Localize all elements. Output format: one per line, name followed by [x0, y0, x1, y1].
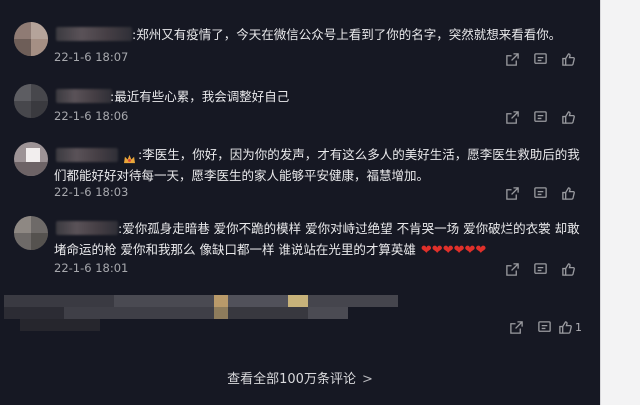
reply-button[interactable] [526, 259, 554, 279]
comment-text-body: :爱你孤身走暗巷 爱你不跪的模样 爱你对峙过绝望 不肯哭一场 爱你破烂的衣裳 却… [54, 221, 580, 257]
comment-item: :爱你孤身走暗巷 爱你不跪的模样 爱你对峙过绝望 不肯哭一场 爱你破烂的衣裳 却… [0, 210, 600, 284]
thumbs-up-icon [561, 110, 575, 124]
share-button[interactable] [498, 107, 526, 127]
comment-time: 22-1-6 18:07 [54, 50, 129, 64]
comment-actions [498, 259, 582, 279]
message-icon [533, 52, 547, 64]
share-button[interactable] [498, 49, 526, 69]
thumbs-up-icon [559, 320, 572, 334]
comment-time: 22-1-6 18:03 [54, 185, 129, 199]
message-icon [537, 320, 551, 332]
like-button[interactable] [554, 183, 582, 203]
comment-item: :李医生，你好，因为你的发声，才有这么多人的美好生活，愿李医生救助后的我们都能好… [0, 138, 600, 208]
reply-button[interactable] [526, 107, 554, 127]
avatar[interactable] [14, 84, 48, 118]
username-redacted[interactable] [56, 89, 112, 103]
comment-actions [498, 49, 582, 69]
comment-text: :李医生，你好，因为你的发声，才有这么多人的美好生活，愿李医生救助后的我们都能好… [54, 147, 580, 183]
share-button[interactable] [502, 317, 530, 337]
like-button[interactable]: 1 [558, 317, 582, 337]
chevron-right-icon: > [361, 372, 373, 387]
message-icon [533, 262, 547, 274]
comment-item: :最近有些心累，我会调整好自己 22-1-6 18:06 [0, 78, 600, 134]
comment-text: :郑州又有疫情了，今天在微信公众号上看到了你的名字，突然就想来看看你。 [132, 27, 562, 42]
reply-button[interactable] [526, 183, 554, 203]
share-icon [505, 110, 519, 124]
username-redacted[interactable] [56, 27, 132, 41]
share-icon [505, 52, 519, 66]
avatar[interactable] [14, 142, 48, 176]
like-button[interactable] [554, 259, 582, 279]
avatar[interactable] [14, 22, 48, 56]
reply-button[interactable] [530, 317, 558, 337]
like-button[interactable] [554, 107, 582, 127]
comment-actions [498, 107, 582, 127]
view-all-comments-link[interactable]: 查看全部100万条评论 > [0, 368, 600, 387]
comment-time: 22-1-6 18:01 [54, 261, 129, 275]
comment-actions: 1 [502, 317, 582, 337]
thumbs-up-icon [561, 262, 575, 276]
comment-item: 1 [0, 290, 600, 345]
comment-text: :爱你孤身走暗巷 爱你不跪的模样 爱你对峙过绝望 不肯哭一场 爱你破烂的衣裳 却… [54, 218, 582, 261]
redacted-comment-mosaic [0, 295, 420, 331]
message-icon [533, 110, 547, 122]
heart-emojis: ❤❤❤❤❤❤ [420, 243, 487, 258]
comment-time: 22-1-6 18:06 [54, 109, 129, 123]
thumbs-up-icon [561, 186, 575, 200]
comment-item: :郑州又有疫情了，今天在微信公众号上看到了你的名字，突然就想来看看你。 22-1… [0, 0, 600, 72]
avatar[interactable] [14, 216, 48, 250]
reply-button[interactable] [526, 49, 554, 69]
like-button[interactable] [554, 49, 582, 69]
view-all-label: 查看全部100万条评论 [227, 372, 356, 387]
comments-panel: :郑州又有疫情了，今天在微信公众号上看到了你的名字，突然就想来看看你。 22-1… [0, 0, 600, 405]
share-icon [509, 320, 523, 334]
share-icon [505, 186, 519, 200]
share-button[interactable] [498, 183, 526, 203]
thumbs-up-icon [561, 52, 575, 66]
share-button[interactable] [498, 259, 526, 279]
comment-text: :最近有些心累，我会调整好自己 [110, 89, 290, 104]
message-icon [533, 186, 547, 198]
comment-actions [498, 183, 582, 203]
like-count: 1 [575, 320, 582, 334]
share-icon [505, 262, 519, 276]
right-side-rail [600, 0, 640, 405]
